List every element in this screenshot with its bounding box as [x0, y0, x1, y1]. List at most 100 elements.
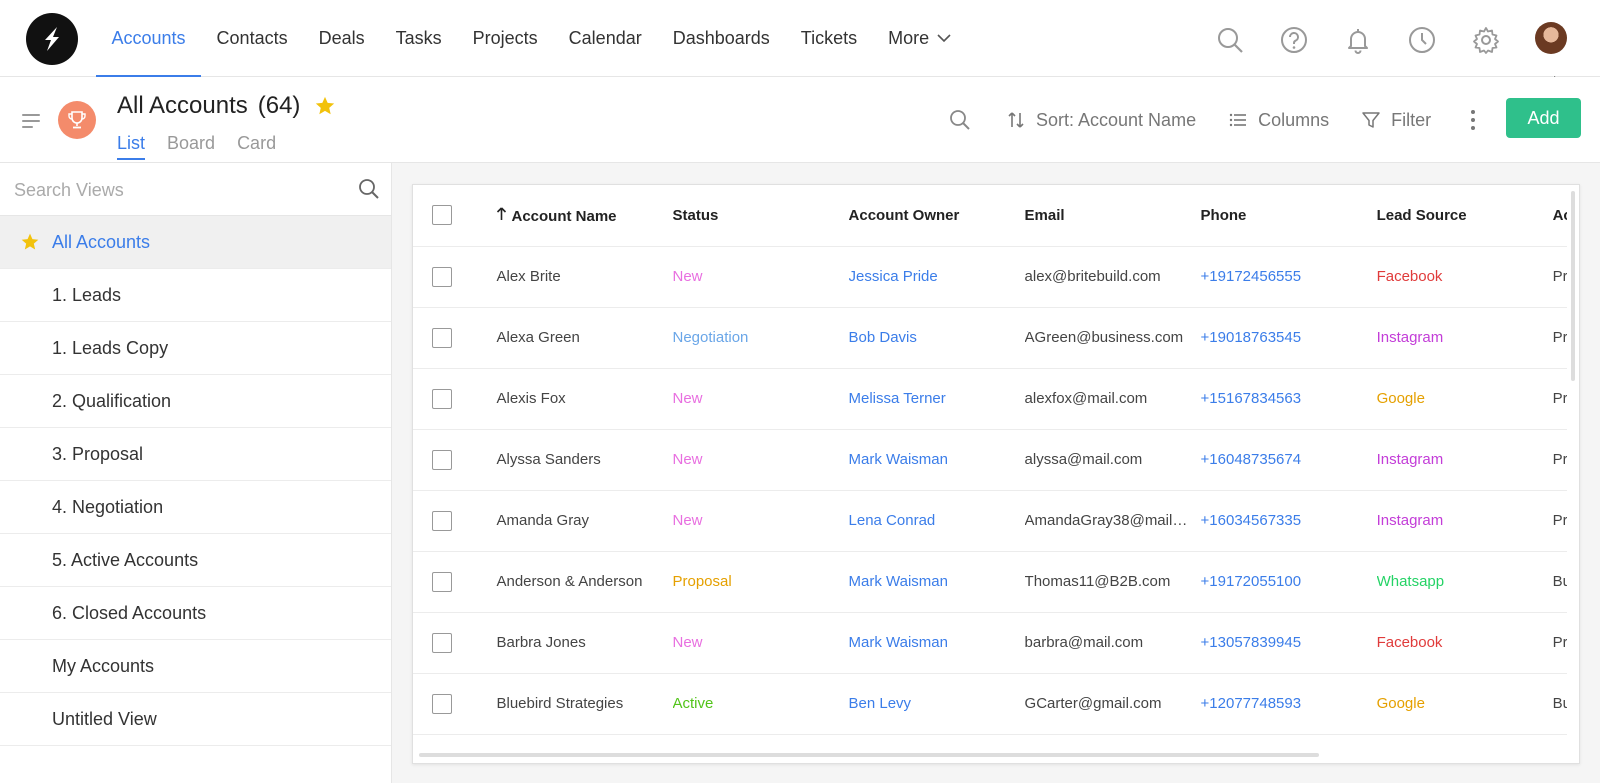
- phone-link[interactable]: +19172456555: [1200, 246, 1377, 308]
- view-item-leads[interactable]: 1. Leads: [0, 269, 391, 322]
- nav-deals[interactable]: Deals: [303, 0, 380, 77]
- account-name-cell[interactable]: Alexa Green: [496, 307, 673, 369]
- account-name-cell[interactable]: Bluebird Strategies: [496, 673, 673, 735]
- account-owner-link[interactable]: Ben Levy: [848, 673, 1025, 735]
- nav-more-label: More: [888, 28, 930, 48]
- account-owner-link[interactable]: Mark Waisman: [848, 551, 1025, 613]
- nav-accounts[interactable]: Accounts: [96, 0, 202, 78]
- account-owner-link[interactable]: Mark Waisman: [848, 612, 1025, 674]
- select-all-checkbox[interactable]: [432, 205, 452, 226]
- view-item-all-accounts[interactable]: All Accounts: [0, 216, 391, 269]
- search-icon[interactable]: [948, 108, 972, 132]
- column-header-lead-source[interactable]: Lead Source: [1376, 185, 1553, 247]
- table-row[interactable]: Amanda Gray New Lena Conrad AmandaGray38@ma…: [413, 490, 1579, 552]
- view-item-proposal[interactable]: 3. Proposal: [0, 428, 391, 481]
- email-cell: alex@britebuild.com: [1024, 246, 1201, 308]
- help-icon[interactable]: [1274, 20, 1314, 60]
- table-row[interactable]: Alex Brite New Jessica Pride alex@britebuil…: [413, 246, 1579, 308]
- gear-icon[interactable]: [1466, 20, 1506, 60]
- view-item-closed-accounts[interactable]: 6. Closed Accounts: [0, 587, 391, 640]
- app-logo[interactable]: [26, 13, 78, 65]
- more-options-icon[interactable]: [1463, 108, 1483, 132]
- phone-link[interactable]: +15167834563: [1200, 368, 1377, 430]
- lead-source-cell: Google: [1376, 368, 1553, 430]
- search-icon[interactable]: [1210, 20, 1250, 60]
- phone-link[interactable]: +16048735674: [1200, 429, 1377, 491]
- nav-tasks[interactable]: Tasks: [380, 0, 457, 77]
- table-row[interactable]: Anderson & Anderson Proposal Mark Waisman T…: [413, 551, 1579, 613]
- nav-dashboards[interactable]: Dashboards: [657, 0, 785, 77]
- account-owner-link[interactable]: Melissa Terner: [848, 368, 1025, 430]
- horizontal-scrollbar[interactable]: [419, 753, 1319, 757]
- search-icon[interactable]: [358, 178, 380, 200]
- view-item-untitled-view[interactable]: Untitled View: [0, 693, 391, 746]
- table-row[interactable]: Alyssa Sanders New Mark Waisman alyssa@mail…: [413, 429, 1579, 491]
- row-checkbox[interactable]: [432, 327, 452, 348]
- view-item-my-accounts[interactable]: My Accounts: [0, 640, 391, 693]
- row-select-cell: [413, 673, 497, 735]
- view-item-negotiation[interactable]: 4. Negotiation: [0, 481, 391, 534]
- phone-link[interactable]: +19018763545: [1200, 307, 1377, 369]
- columns-button[interactable]: Columns: [1228, 110, 1329, 131]
- top-nav: Accounts Contacts Deals Tasks Projects C…: [0, 0, 1600, 78]
- account-name-cell[interactable]: Amanda Gray: [496, 490, 673, 552]
- phone-link[interactable]: +12077748593: [1200, 673, 1377, 735]
- page-header: All Accounts (64) List Board Card Sort: …: [0, 77, 1600, 163]
- column-header-phone[interactable]: Phone: [1200, 185, 1377, 247]
- filter-button[interactable]: Filter: [1361, 110, 1431, 131]
- column-header-account-name[interactable]: Account Name: [496, 185, 673, 247]
- add-button[interactable]: Add: [1506, 98, 1581, 138]
- table-row-empty: [413, 734, 1579, 763]
- column-header-account-owner[interactable]: Account Owner: [848, 185, 1025, 247]
- bell-icon[interactable]: [1338, 20, 1378, 60]
- nav-projects[interactable]: Projects: [457, 0, 553, 77]
- sort-icon: [1008, 112, 1024, 128]
- nav-calendar[interactable]: Calendar: [553, 0, 657, 77]
- nav-more[interactable]: More: [873, 0, 967, 77]
- account-name-cell[interactable]: Alexis Fox: [496, 368, 673, 430]
- phone-link[interactable]: +16034567335: [1200, 490, 1377, 552]
- column-header-status[interactable]: Status: [672, 185, 849, 247]
- tab-board[interactable]: Board: [167, 133, 215, 160]
- search-views-input[interactable]: [14, 175, 344, 205]
- view-item-qualification[interactable]: 2. Qualification: [0, 375, 391, 428]
- star-icon: [21, 233, 39, 250]
- phone-link[interactable]: +19172055100: [1200, 551, 1377, 613]
- account-name-cell[interactable]: Barbra Jones: [496, 612, 673, 674]
- user-avatar[interactable]: [1535, 22, 1567, 54]
- tab-list[interactable]: List: [117, 133, 146, 160]
- account-owner-link[interactable]: Mark Waisman: [848, 429, 1025, 491]
- row-checkbox[interactable]: [432, 693, 452, 714]
- view-item-active-accounts[interactable]: 5. Active Accounts: [0, 534, 391, 587]
- row-checkbox[interactable]: [432, 266, 452, 287]
- sort-button[interactable]: Sort: Account Name: [1006, 110, 1196, 131]
- tab-card[interactable]: Card: [237, 133, 276, 160]
- star-icon[interactable]: [314, 95, 336, 117]
- hamburger-menu-icon[interactable]: [22, 114, 40, 128]
- table-row[interactable]: Alexa Green Negotiation Bob Davis AGreen@bu…: [413, 307, 1579, 369]
- row-checkbox[interactable]: [432, 449, 452, 470]
- email-cell: AmandaGray38@mail.com: [1024, 490, 1201, 552]
- row-checkbox[interactable]: [432, 510, 452, 531]
- nav-tickets[interactable]: Tickets: [785, 0, 872, 77]
- view-item-leads-copy[interactable]: 1. Leads Copy: [0, 322, 391, 375]
- account-owner-link[interactable]: Bob Davis: [848, 307, 1025, 369]
- vertical-scrollbar[interactable]: [1571, 191, 1575, 381]
- row-checkbox[interactable]: [432, 571, 452, 592]
- account-name-cell[interactable]: Anderson & Anderson: [496, 551, 673, 613]
- row-checkbox[interactable]: [432, 388, 452, 409]
- phone-link[interactable]: +13057839945: [1200, 612, 1377, 674]
- row-checkbox[interactable]: [432, 632, 452, 653]
- column-header-email[interactable]: Email: [1024, 185, 1201, 247]
- account-owner-link[interactable]: Lena Conrad: [848, 490, 1025, 552]
- status-cell: New: [672, 429, 849, 491]
- account-name-cell[interactable]: Alyssa Sanders: [496, 429, 673, 491]
- nav-contacts[interactable]: Contacts: [201, 0, 303, 77]
- table-row[interactable]: Alexis Fox New Melissa Terner alexfox@mail.…: [413, 368, 1579, 430]
- account-owner-link[interactable]: Jessica Pride: [848, 246, 1025, 308]
- account-name-cell[interactable]: Alex Brite: [496, 246, 673, 308]
- table-row[interactable]: Bluebird Strategies Active Ben Levy GCarter…: [413, 673, 1579, 735]
- table-row[interactable]: Barbra Jones New Mark Waisman barbra@mail.c…: [413, 612, 1579, 674]
- nav-label: Deals: [318, 28, 365, 48]
- clock-icon[interactable]: [1402, 20, 1442, 60]
